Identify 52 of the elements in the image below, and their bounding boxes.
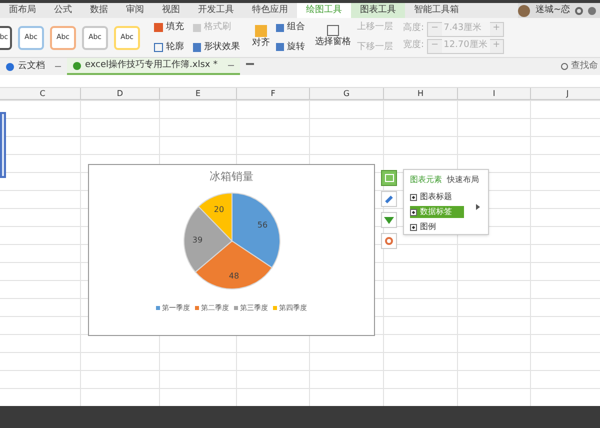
menu-tab[interactable]: 特色应用 [243,3,297,18]
menu-tab[interactable]: 视图 [153,3,189,18]
column-header[interactable]: H [384,88,458,99]
align-button[interactable]: 对齐 [252,36,270,50]
data-label: 48 [228,271,239,280]
document-tab[interactable]: 云文档 [0,58,67,75]
group-button[interactable]: 组合 [287,21,305,34]
chart-element-option[interactable]: 图表标题 [410,191,464,203]
data-label: 56 [256,220,268,230]
chart-elements-button[interactable] [381,170,397,186]
shape-effects-button[interactable]: 形状效果 [204,40,240,54]
checkbox[interactable] [410,224,417,230]
data-label: 20 [213,204,224,214]
column-header[interactable]: J [531,88,600,99]
column-header[interactable]: D [81,88,160,99]
submenu-arrow-icon[interactable] [476,204,480,210]
search-icon [561,63,568,70]
column-header[interactable]: G [310,88,384,99]
menu-tab[interactable]: 绘图工具 [297,3,351,18]
column-header[interactable]: I [458,88,531,99]
filter-icon [384,216,394,224]
column-header[interactable]: F [237,88,310,99]
chart-element-option[interactable]: 图例 [410,221,464,233]
selection-pane-button[interactable]: 选择窗格 [315,36,351,50]
menu-tab[interactable]: 图表工具 [351,3,405,18]
size-label: 宽度: [403,39,424,52]
menu-tab[interactable]: 智能工具箱 [405,3,468,18]
chart-style-button[interactable] [381,191,397,207]
menu-tab[interactable]: 公式 [45,3,81,18]
menu-tab[interactable]: 审阅 [117,3,153,18]
checkbox[interactable] [410,208,417,216]
search-field[interactable]: 查找命 [561,58,600,75]
data-label: 39 [192,234,202,244]
selected-cell[interactable] [0,112,6,178]
avatar-icon[interactable] [518,4,530,16]
popup-tab[interactable]: 图表元素 [410,174,442,186]
column-header[interactable]: C [5,88,81,99]
fill-button[interactable]: 填充 [166,21,184,34]
chart-title: 冰箱销量 [210,169,254,185]
chart-filter-button[interactable] [381,212,397,228]
size-label: 高度: [403,22,424,36]
document-tab[interactable]: excel操作技巧专用工作簿.xlsx * [67,58,240,75]
column-header[interactable]: E [160,88,237,99]
chart-settings-button[interactable] [381,233,397,249]
layout-icon [384,174,394,182]
outline-button[interactable]: 轮廓 [166,40,184,54]
checkbox[interactable] [410,194,417,200]
rotate-button[interactable]: 旋转 [287,40,305,54]
menu-tab[interactable]: 面布局 [0,3,45,18]
menu-tab[interactable]: 开发工具 [189,3,243,18]
menu-tab[interactable]: 数据 [81,3,117,18]
popup-tab[interactable]: 快速布局 [447,174,479,186]
